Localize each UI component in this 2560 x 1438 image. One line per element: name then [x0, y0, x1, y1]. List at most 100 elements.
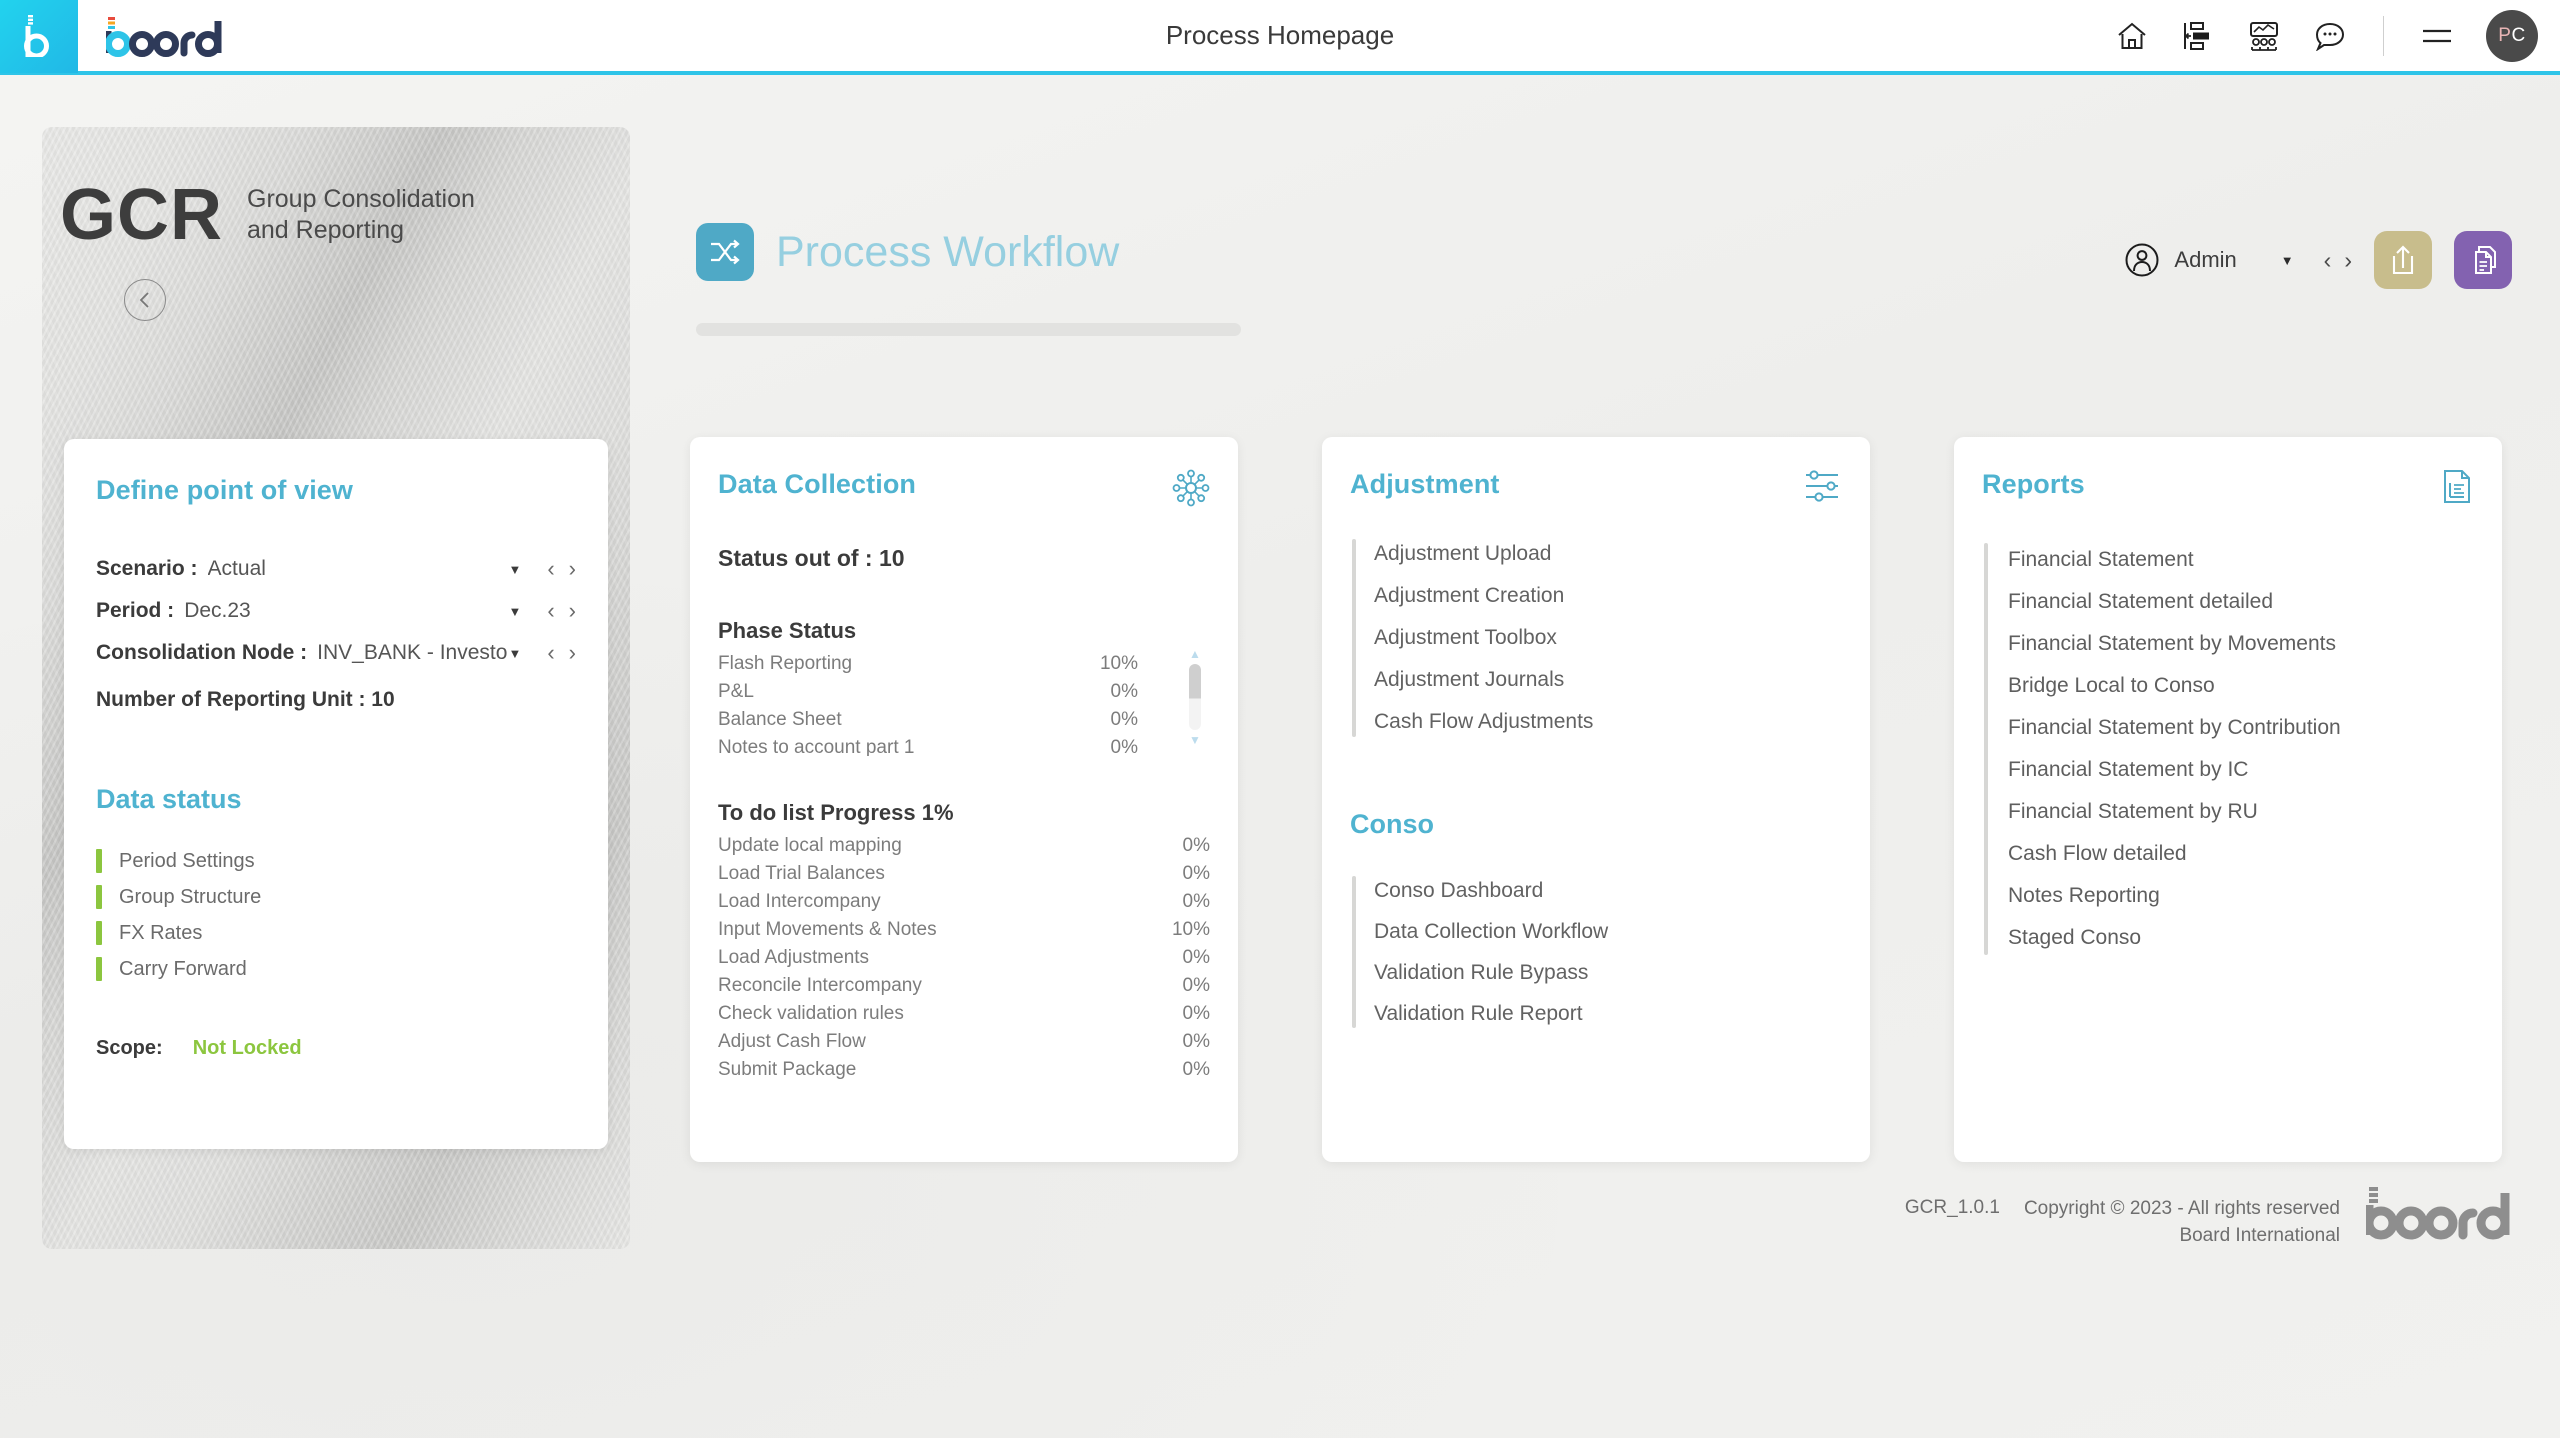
- share-upload-icon: [2392, 245, 2414, 275]
- scrollbar-thumb[interactable]: [1189, 664, 1201, 730]
- list-item[interactable]: Validation Rule Report: [1374, 993, 1842, 1034]
- admin-dropdown-caret-icon[interactable]: ▼: [2281, 253, 2294, 268]
- todo-value: 0%: [1182, 975, 1210, 996]
- network-hub-icon: [1172, 469, 1210, 507]
- todo-label: Adjust Cash Flow: [718, 1031, 866, 1052]
- export-share-button[interactable]: [2374, 231, 2432, 289]
- process-workflow-header: Process Workflow: [696, 223, 1119, 281]
- list-item[interactable]: Bridge Local to Conso: [2008, 665, 2474, 707]
- presentation-audience-icon[interactable]: [2245, 17, 2283, 55]
- copyright-line-2: Board International: [2179, 1225, 2340, 1247]
- list-item[interactable]: Adjustment Journals: [1374, 659, 1842, 701]
- list-item: Load Adjustments 0%: [718, 944, 1210, 972]
- shuffle-arrows-icon: [696, 223, 754, 281]
- list-item[interactable]: Validation Rule Bypass: [1374, 952, 1842, 993]
- list-item[interactable]: Period Settings: [96, 843, 576, 879]
- board-wordmark-grey-icon: [2364, 1186, 2510, 1240]
- period-next-icon[interactable]: ›: [569, 600, 576, 622]
- list-item: Input Movements & Notes 10%: [718, 916, 1210, 944]
- app-logo-tile[interactable]: [0, 0, 78, 73]
- scenario-row[interactable]: Scenario : Actual ▼ ‹ ›: [96, 548, 576, 590]
- todo-value: 0%: [1182, 1031, 1210, 1052]
- period-dropdown-caret-icon[interactable]: ▼: [508, 604, 521, 619]
- phase-label: Balance Sheet: [718, 709, 842, 730]
- scenario-dropdown-caret-icon[interactable]: ▼: [508, 562, 521, 577]
- reports-card-header: Reports: [1982, 469, 2474, 507]
- phase-status-title: Phase Status: [718, 618, 857, 643]
- status-out-of: Status out of : 10: [718, 545, 905, 571]
- todo-value: 0%: [1182, 1059, 1210, 1080]
- list-item[interactable]: Notes Reporting: [2008, 875, 2474, 917]
- todo-label: Reconcile Intercompany: [718, 975, 922, 996]
- scenario-next-icon[interactable]: ›: [569, 558, 576, 580]
- todo-value: 0%: [1182, 835, 1210, 856]
- list-item[interactable]: Cash Flow detailed: [2008, 833, 2474, 875]
- avatar[interactable]: PC: [2486, 9, 2538, 62]
- period-row[interactable]: Period : Dec.23 ▼ ‹ ›: [96, 590, 576, 632]
- list-item[interactable]: Financial Statement detailed: [2008, 581, 2474, 623]
- home-icon[interactable]: [2113, 17, 2151, 55]
- scroll-up-icon[interactable]: ▲: [1189, 648, 1201, 660]
- list-item[interactable]: Financial Statement: [2008, 539, 2474, 581]
- sidebar-acronym: GCR: [60, 175, 223, 255]
- admin-selector[interactable]: Admin ▼: [2124, 242, 2294, 278]
- list-item: Notes to account part 1 0%: [718, 734, 1138, 756]
- copyright-line-1: Copyright © 2023 - All rights reserved: [2023, 1197, 2340, 1219]
- copyright-text: Copyright © 2023 - All rights reserved B…: [2024, 1195, 2340, 1250]
- main-content: Process Workflow Admin ▼ ‹ › Data Collec…: [690, 75, 2560, 1438]
- consolidation-node-dropdown-caret-icon[interactable]: ▼: [508, 646, 521, 661]
- consolidation-node-nav-arrows: ‹ ›: [547, 642, 576, 664]
- hamburger-menu-icon[interactable]: [2418, 17, 2456, 55]
- admin-prev-icon[interactable]: ‹: [2324, 248, 2332, 272]
- define-point-of-view-card: Define point of view Scenario : Actual ▼…: [64, 439, 608, 1149]
- phase-value: 10%: [1099, 653, 1138, 674]
- list-item[interactable]: Conso Dashboard: [1374, 870, 1842, 911]
- phase-label: Flash Reporting: [718, 653, 853, 674]
- user-circle-icon: [2125, 243, 2159, 277]
- list-item[interactable]: Adjustment Creation: [1374, 575, 1842, 617]
- list-item[interactable]: Staged Conso: [2008, 917, 2474, 959]
- consolidation-node-prev-icon[interactable]: ‹: [547, 642, 554, 664]
- status-marker: [96, 885, 102, 909]
- consolidation-node-label: Consolidation Node :: [96, 641, 308, 664]
- sidebar-subtitle: Group Consolidation and Reporting: [247, 184, 475, 247]
- list-item[interactable]: Adjustment Upload: [1374, 533, 1842, 575]
- layout-panel-icon[interactable]: [2179, 17, 2217, 55]
- list-item: Balance Sheet 0%: [718, 706, 1138, 734]
- list-item[interactable]: Carry Forward: [96, 951, 576, 987]
- documents-button[interactable]: [2454, 231, 2512, 289]
- phase-status-scrollbar[interactable]: ▲ ▼: [1186, 648, 1204, 746]
- list-item[interactable]: Financial Statement by Movements: [2008, 623, 2474, 665]
- list-item[interactable]: Financial Statement by IC: [2008, 749, 2474, 791]
- phase-label: P&L: [718, 681, 754, 702]
- list-item[interactable]: Group Structure: [96, 879, 576, 915]
- phase-label: Notes to account part 1: [718, 737, 915, 756]
- list-item[interactable]: Financial Statement by RU: [2008, 791, 2474, 833]
- list-item[interactable]: Cash Flow Adjustments: [1374, 701, 1842, 743]
- scroll-down-icon[interactable]: ▼: [1189, 734, 1201, 746]
- chat-bubble-icon[interactable]: [2311, 17, 2349, 55]
- data-status-title: Data status: [96, 784, 242, 814]
- consolidation-node-row[interactable]: Consolidation Node : INV_BANK - Investor…: [96, 632, 576, 674]
- scenario-prev-icon[interactable]: ‹: [547, 558, 554, 580]
- data-collection-card: Data Collection Status out of: 10 Phase…: [690, 437, 1238, 1162]
- phase-status-section: Phase Status Flash Reporting 10% P&L 0%: [718, 618, 1210, 756]
- period-prev-icon[interactable]: ‹: [547, 600, 554, 622]
- scenario-value: Actual: [207, 557, 266, 580]
- todo-value: 0%: [1182, 891, 1210, 912]
- consolidation-node-next-icon[interactable]: ›: [569, 642, 576, 664]
- brand-logo: [106, 15, 228, 57]
- data-status-label: Group Structure: [119, 885, 262, 908]
- phase-value: 0%: [1110, 681, 1138, 702]
- documents-copy-icon: [2475, 246, 2496, 274]
- list-item[interactable]: FX Rates: [96, 915, 576, 951]
- todo-list: Update local mapping 0% Load Trial Balanc…: [718, 832, 1210, 1084]
- app-version: GCR_1.0.1: [1904, 1196, 2000, 1218]
- admin-next-icon[interactable]: ›: [2344, 248, 2352, 272]
- chevron-left-icon[interactable]: [124, 279, 166, 321]
- list-item[interactable]: Data Collection Workflow: [1374, 911, 1842, 952]
- avatar-initial-second: C: [2511, 24, 2526, 46]
- list-item[interactable]: Adjustment Toolbox: [1374, 617, 1842, 659]
- list-item[interactable]: Financial Statement by Contribution: [2008, 707, 2474, 749]
- footer-board-logo: [2364, 1185, 2516, 1246]
